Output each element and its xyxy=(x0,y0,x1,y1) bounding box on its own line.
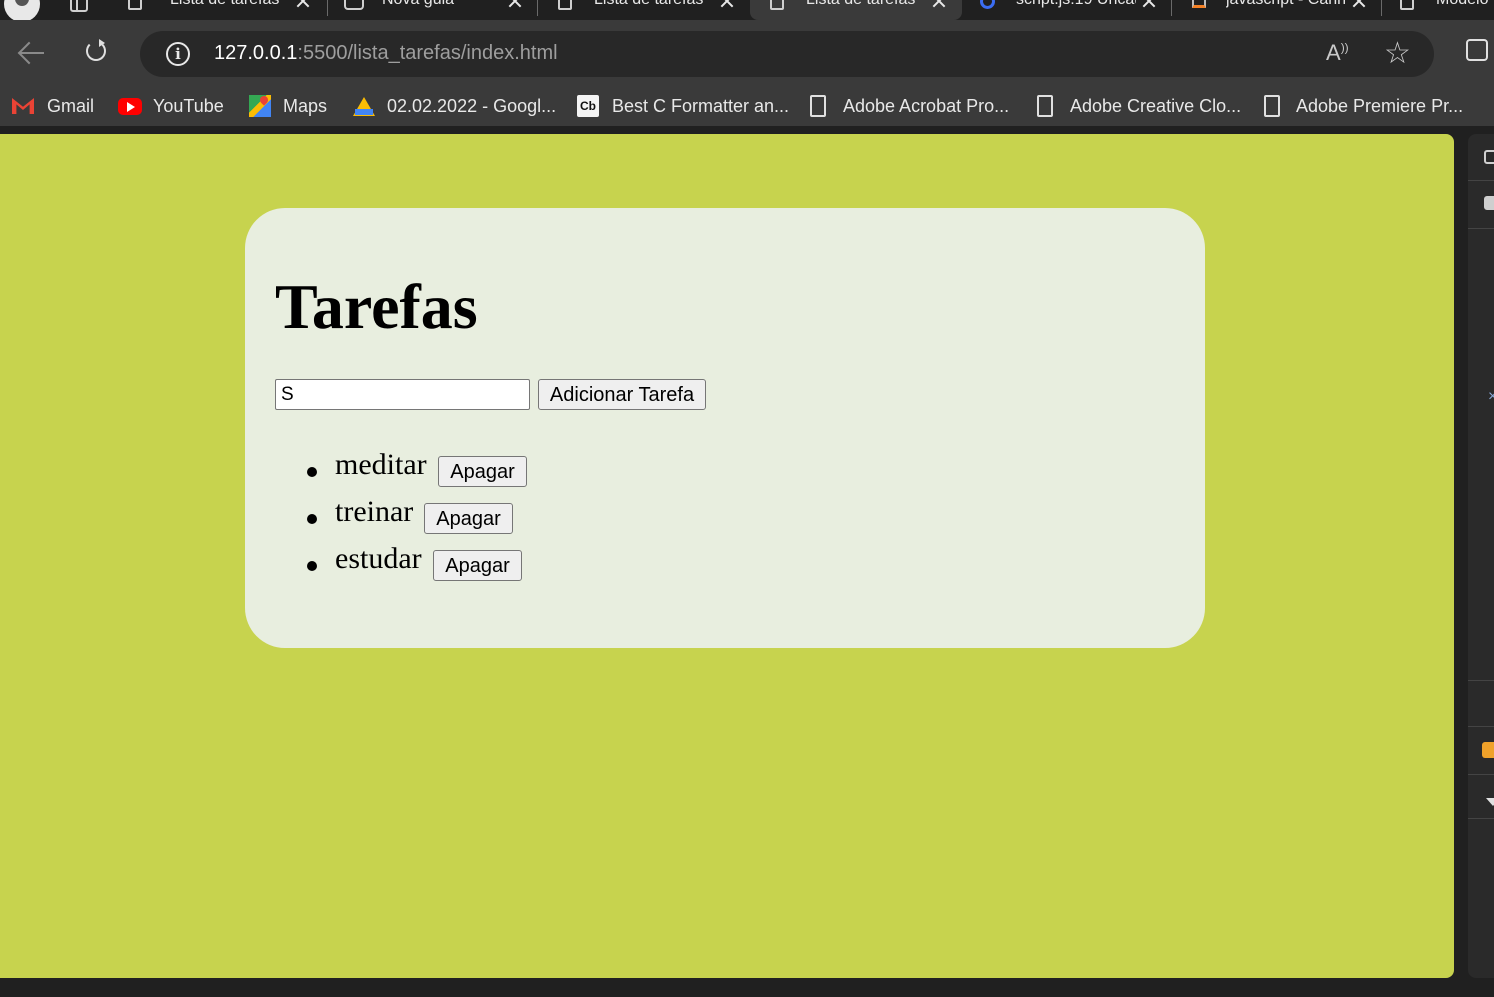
bookmark-label: Adobe Creative Clo... xyxy=(1070,95,1242,116)
document-icon xyxy=(810,95,826,117)
profile-avatar-icon[interactable] xyxy=(4,0,40,20)
tab-lista-de-tarefas-2[interactable]: Lista de tarefas xyxy=(540,0,750,20)
checkbox-icon[interactable] xyxy=(1482,742,1494,758)
page-title: Tarefas xyxy=(275,271,478,342)
task-input[interactable] xyxy=(275,379,530,410)
page-icon xyxy=(770,0,784,10)
tab-lista-de-tarefas-1[interactable]: Lista de tarefas xyxy=(118,0,328,20)
bookmark-label: YouTube xyxy=(153,95,224,116)
extensions-icon[interactable] xyxy=(1466,39,1488,61)
bookmark-best-c-formatter[interactable]: Cb Best C Formatter an... xyxy=(577,94,789,118)
address-bar[interactable]: i 127.0.0.1:5500/lista_tarefas/index.htm… xyxy=(140,31,1434,77)
tab-title: Lista de tarefas xyxy=(594,0,714,9)
delete-task-button[interactable]: Apagar xyxy=(433,550,522,581)
tab-title: Lista de tarefas xyxy=(806,0,926,9)
close-icon[interactable] xyxy=(1352,0,1366,8)
delete-task-button[interactable]: Apagar xyxy=(424,503,513,534)
bookmark-label: Adobe Premiere Pr... xyxy=(1296,95,1464,116)
task-list-card: Tarefas Adicionar Tarefa meditar Apagar … xyxy=(245,208,1205,648)
maps-icon xyxy=(249,95,271,117)
dropdown-arrow-icon[interactable] xyxy=(1486,798,1494,806)
bookmark-youtube[interactable]: YouTube xyxy=(118,94,224,118)
bookmark-label: 02.02.2022 - Googl... xyxy=(387,95,557,116)
gmail-icon xyxy=(12,95,34,117)
favorite-star-icon[interactable]: ☆ xyxy=(1384,36,1411,72)
panel-divider xyxy=(1468,726,1494,727)
panel-divider xyxy=(1468,680,1494,681)
bookmark-label: Adobe Acrobat Pro... xyxy=(843,95,1010,116)
close-icon[interactable] xyxy=(296,0,310,8)
page-icon xyxy=(1400,0,1414,10)
workspaces-icon[interactable] xyxy=(70,0,88,12)
back-arrow-icon[interactable] xyxy=(18,42,46,66)
bookmark-adobe-creative-cloud[interactable]: Adobe Creative Clo... xyxy=(1037,94,1241,118)
panel-divider xyxy=(1468,774,1494,775)
bookmark-maps[interactable]: Maps xyxy=(249,94,327,118)
page-icon xyxy=(558,0,572,10)
tab-title: Nova guia xyxy=(382,0,502,9)
close-icon[interactable] xyxy=(932,0,946,8)
youtube-icon xyxy=(118,95,142,117)
bookmark-label: Maps xyxy=(283,95,328,116)
url-path: :5500/lista_tarefas/index.html xyxy=(297,42,558,64)
panel-divider xyxy=(1468,228,1494,229)
page-viewport: Tarefas Adicionar Tarefa meditar Apagar … xyxy=(0,134,1454,978)
panel-copy-icon[interactable] xyxy=(1484,196,1494,210)
tab-nova-guia[interactable]: Nova guia xyxy=(328,0,538,20)
close-icon[interactable] xyxy=(720,0,734,8)
document-icon xyxy=(1264,95,1280,117)
page-icon xyxy=(128,0,142,10)
close-icon[interactable] xyxy=(1142,0,1156,8)
url-host: 127.0.0.1 xyxy=(214,42,298,64)
url-text[interactable]: 127.0.0.1:5500/lista_tarefas/index.html xyxy=(214,42,558,65)
newtab-icon xyxy=(344,0,364,10)
bookmark-adobe-acrobat[interactable]: Adobe Acrobat Pro... xyxy=(810,94,1009,118)
panel-close-icon[interactable]: × xyxy=(1488,388,1494,406)
tab-script-error[interactable]: script.js:19 Uncaught xyxy=(962,0,1172,20)
tab-javascript[interactable]: javascript - Cannot xyxy=(1172,0,1382,20)
read-aloud-icon[interactable]: A)) xyxy=(1326,40,1349,66)
codebeautify-icon: Cb xyxy=(577,95,599,117)
tab-strip: Lista de tarefas Nova guia Lista de tare… xyxy=(0,0,1494,20)
tab-separator xyxy=(537,0,538,16)
panel-tab-icon[interactable] xyxy=(1484,150,1494,164)
tab-modelo[interactable]: Modelo xyxy=(1384,0,1494,20)
bookmark-label: Best C Formatter an... xyxy=(612,95,790,116)
bookmark-gmail[interactable]: Gmail xyxy=(12,94,94,118)
panel-divider xyxy=(1468,180,1494,181)
drive-icon xyxy=(353,95,375,117)
site-info-icon[interactable]: i xyxy=(166,42,190,66)
stackoverflow-icon xyxy=(1192,0,1206,12)
delete-task-button[interactable]: Apagar xyxy=(438,456,527,487)
bookmarks-bar: Gmail YouTube Maps 02.02.2022 - Googl...… xyxy=(0,86,1494,126)
tab-separator xyxy=(1381,0,1382,16)
tab-title: javascript - Cannot xyxy=(1226,0,1346,9)
browser-toolbar: i 127.0.0.1:5500/lista_tarefas/index.htm… xyxy=(0,20,1494,86)
close-icon[interactable] xyxy=(508,0,522,8)
bookmark-google-drive[interactable]: 02.02.2022 - Googl... xyxy=(353,94,556,118)
bookmark-label: Gmail xyxy=(47,95,95,116)
reload-icon[interactable] xyxy=(86,39,106,61)
task-text: estudar xyxy=(335,542,422,575)
side-panel: × xyxy=(1468,134,1494,978)
search-icon xyxy=(980,0,996,10)
document-icon xyxy=(1037,95,1053,117)
add-task-button[interactable]: Adicionar Tarefa xyxy=(538,379,706,410)
panel-divider xyxy=(1468,818,1494,819)
tab-title: Modelo xyxy=(1436,0,1494,9)
bookmark-adobe-premiere[interactable]: Adobe Premiere Pr... xyxy=(1264,94,1463,118)
tab-title: Lista de tarefas xyxy=(170,0,290,9)
tab-title: script.js:19 Uncaught xyxy=(1016,0,1136,9)
tab-lista-de-tarefas-active[interactable]: Lista de tarefas xyxy=(750,0,962,20)
task-text: treinar xyxy=(335,495,414,528)
task-text: meditar xyxy=(335,448,427,481)
